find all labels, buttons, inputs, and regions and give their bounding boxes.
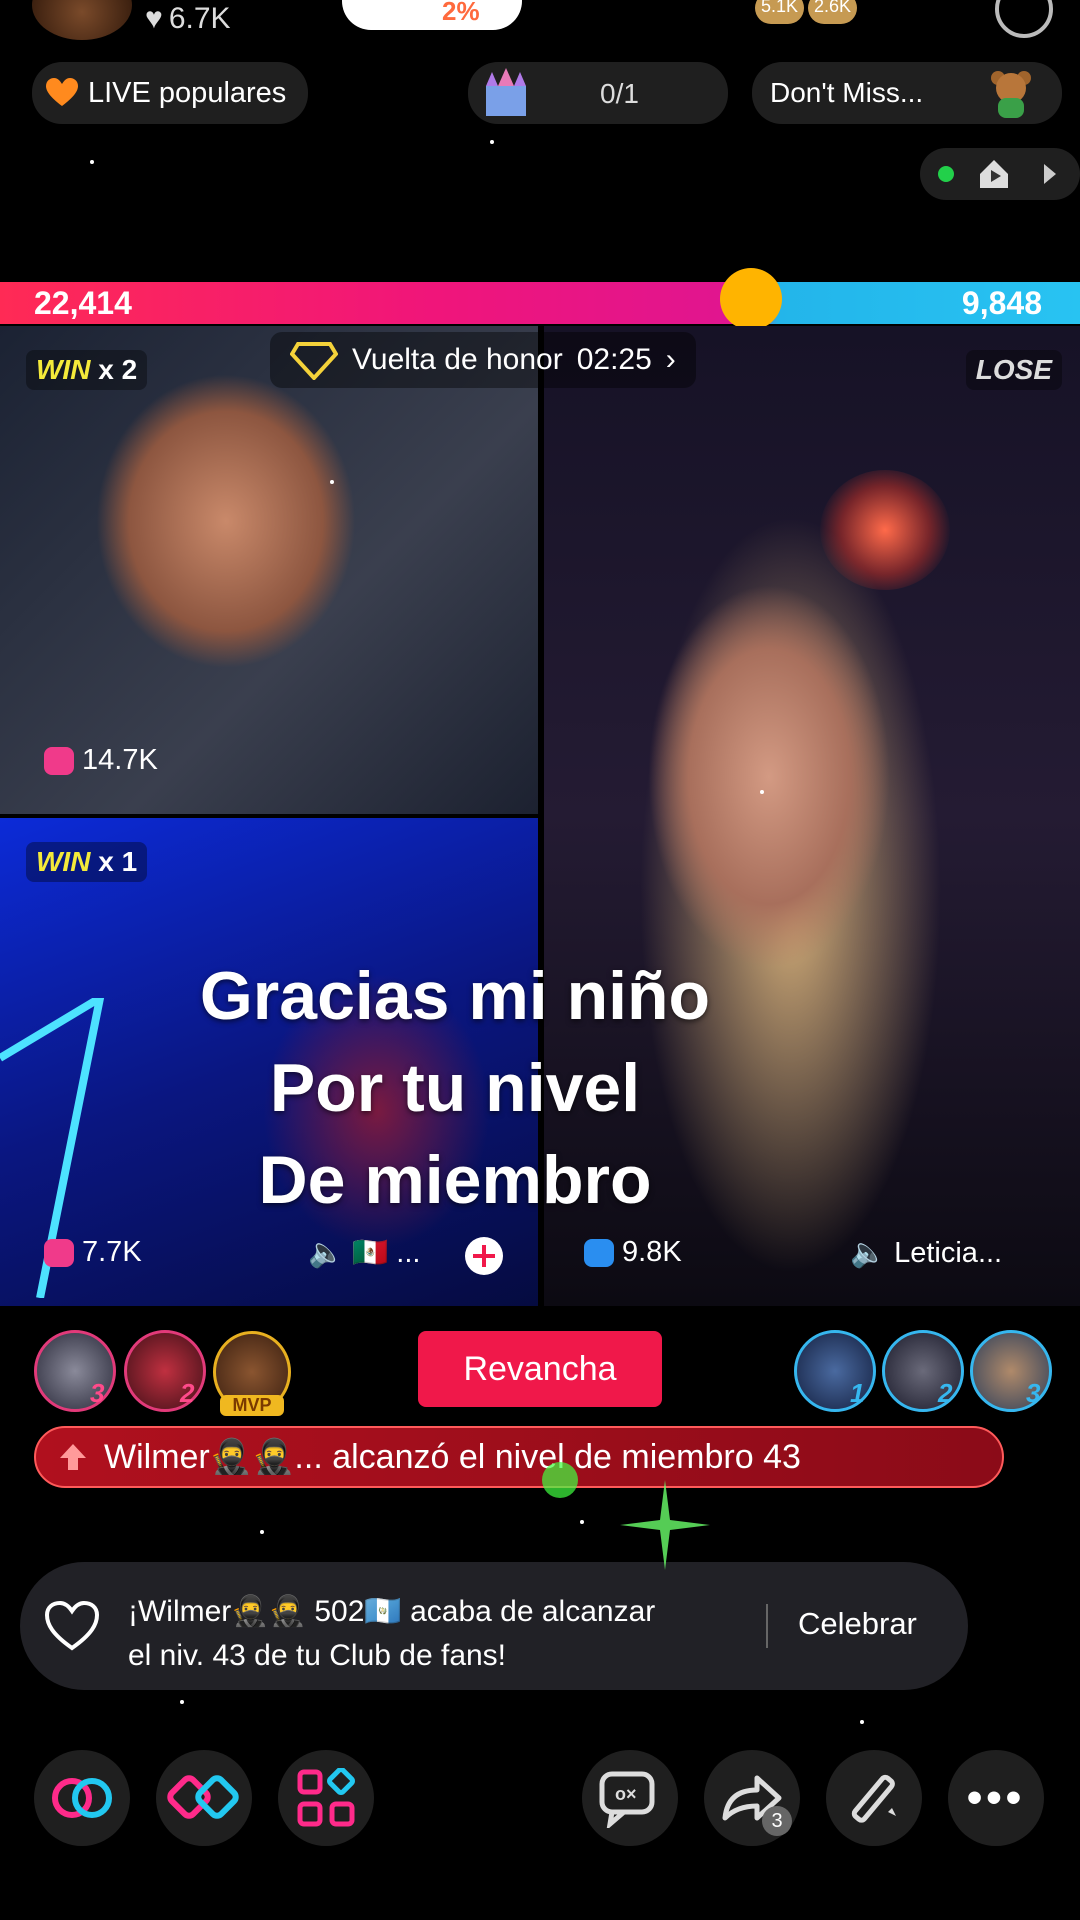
link-button[interactable] — [34, 1750, 130, 1846]
lose-tag: LOSE — [965, 350, 1062, 390]
camera-icon — [44, 1238, 74, 1267]
green-dot — [542, 1462, 578, 1498]
sparkle — [180, 1700, 184, 1704]
gift-goal-chip[interactable]: 0/1 — [468, 62, 728, 124]
grid-icon — [297, 1768, 355, 1827]
orange-heart-icon — [46, 78, 78, 106]
celebrate-button[interactable]: Celebrar — [798, 1606, 917, 1642]
link-rings-icon — [52, 1778, 112, 1818]
sparkle — [260, 1530, 264, 1534]
top-badge[interactable]: 2% — [342, 0, 522, 30]
score-right: 9,848 — [961, 285, 1042, 321]
glow-effect — [820, 470, 950, 590]
panel-score: 14.7K — [44, 744, 158, 777]
divider — [766, 1604, 768, 1648]
viewer-count-2: 2.6K — [808, 0, 858, 24]
sparkle — [760, 790, 764, 794]
speaker-icon: 🔈 — [308, 1237, 345, 1269]
side-controls[interactable] — [920, 148, 1080, 200]
kiss-emoji-icon — [720, 268, 782, 330]
heart-outline-icon — [44, 1600, 100, 1651]
overlay-line-3: De miembro — [258, 1142, 652, 1218]
overlay-line-1: Gracias mi niño — [199, 958, 711, 1034]
add-icon[interactable] — [464, 1236, 504, 1276]
sparkle — [330, 480, 334, 484]
honor-lap-banner[interactable]: Vuelta de honor 02:25 › — [270, 332, 696, 388]
camera-icon — [584, 1238, 614, 1267]
teddy-bear-icon — [991, 71, 1031, 118]
win-tag: WIN x 1 — [26, 842, 148, 882]
chevron-right-icon[interactable] — [1040, 162, 1060, 186]
more-button[interactable]: ••• — [948, 1750, 1044, 1846]
battle-diamonds-icon — [167, 1775, 239, 1819]
rematch-button[interactable]: Revancha — [418, 1331, 662, 1407]
chat-game-icon: o× — [599, 1771, 655, 1828]
home-icon[interactable] — [976, 156, 1012, 192]
host-avatar[interactable] — [32, 0, 132, 40]
battle-score-bar — [0, 282, 1080, 324]
mvp-avatar[interactable]: MVP — [213, 1331, 291, 1416]
camera-icon — [44, 746, 74, 775]
overlay-line-2: Por tu nivel — [269, 1050, 641, 1126]
diamond-icon — [290, 342, 338, 380]
speaker-icon: 🔈 — [850, 1237, 887, 1269]
fan-club-message: ¡Wilmer🥷🥷 502🇬🇹 acaba de alcanzar el niv… — [128, 1595, 656, 1672]
heart-icon: ♥ — [145, 2, 163, 35]
svg-text:o×: o× — [615, 1784, 637, 1804]
member-level-banner[interactable]: Wilmer🥷🥷... alcanzó el nivel de miembro … — [34, 1426, 1004, 1488]
dont-miss-chip[interactable]: Don't Miss... — [752, 62, 1062, 124]
more-dots-icon: ••• — [966, 1773, 1026, 1822]
sparkle — [490, 140, 494, 144]
panel-score: 9.8K — [584, 1236, 682, 1269]
apps-button[interactable] — [278, 1750, 374, 1846]
likes-counter: ♥ 6.7K — [145, 2, 231, 35]
online-dot-icon — [938, 166, 954, 182]
video-panel-top-left[interactable]: WIN x 2 14.7K — [0, 326, 538, 814]
panel-user[interactable]: 🔈 🇲🇽 ... — [308, 1236, 420, 1270]
share-count-badge: 3 — [762, 1806, 792, 1836]
effects-button[interactable] — [826, 1750, 922, 1846]
top-viewers[interactable]: 5.1K 2.6K — [755, 0, 875, 24]
sparkle — [580, 1520, 584, 1524]
share-button[interactable]: 3 — [704, 1750, 800, 1846]
arrow-up-icon — [60, 1444, 86, 1470]
chevron-right-icon: › — [665, 343, 676, 376]
magic-wand-icon — [851, 1774, 896, 1823]
match-button[interactable] — [156, 1750, 252, 1846]
live-populares-chip[interactable]: LIVE populares — [32, 62, 309, 124]
sparkle — [860, 1720, 864, 1724]
close-button[interactable] — [995, 0, 1053, 38]
game-button[interactable]: o× — [582, 1750, 678, 1846]
viewer-count-1: 5.1K — [755, 0, 805, 24]
castle-gift-icon — [486, 68, 526, 116]
score-left: 22,414 — [34, 285, 132, 321]
win-tag: WIN x 2 — [26, 350, 148, 390]
green-star-sparkle — [620, 1480, 710, 1570]
sparkle — [90, 160, 94, 164]
panel-score: 7.7K — [44, 1236, 142, 1269]
panel-user[interactable]: 🔈 Leticia... — [850, 1236, 1002, 1270]
